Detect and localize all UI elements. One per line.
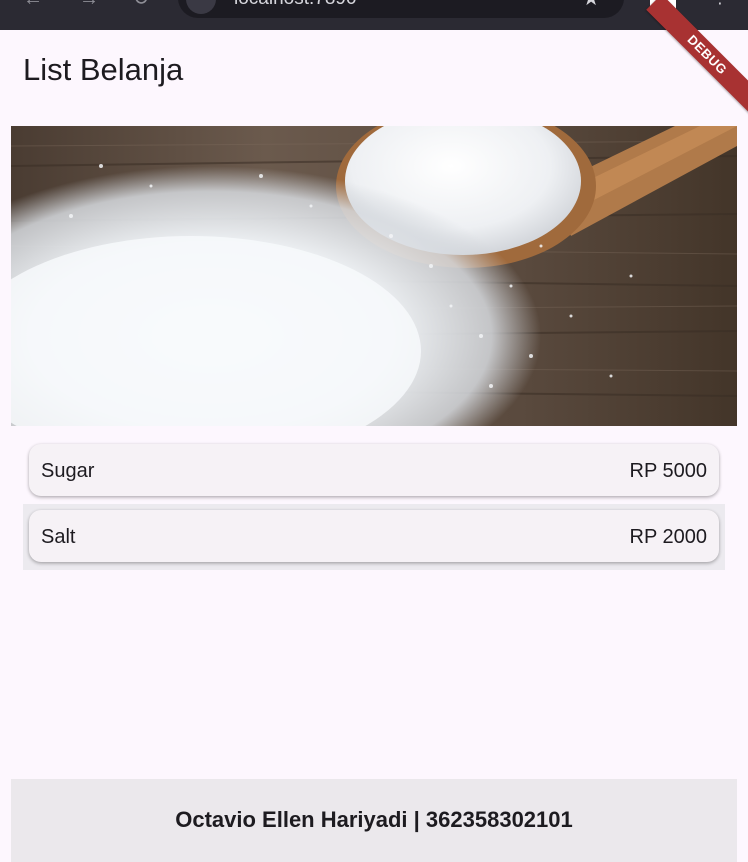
- footer-text: Octavio Ellen Hariyadi | 362358302101: [175, 807, 573, 832]
- list-item[interactable]: Salt RP 2000: [23, 504, 725, 570]
- item-price: RP 5000: [629, 460, 707, 482]
- hero-image: [11, 126, 737, 426]
- item-name: Sugar: [41, 460, 95, 482]
- shopping-list: Sugar RP 5000 Salt RP 2000: [23, 438, 725, 570]
- list-item[interactable]: Sugar RP 5000: [23, 438, 725, 504]
- footer: Octavio Ellen Hariyadi | 362358302101: [11, 779, 737, 862]
- bookmark-star-icon[interactable]: ★: [582, 0, 600, 11]
- item-card[interactable]: Sugar RP 5000: [29, 444, 719, 496]
- item-price: RP 2000: [629, 526, 707, 548]
- browser-toolbar: ← → ↻ localhost:7890 ★ ⋮: [0, 0, 748, 30]
- item-name: Salt: [41, 526, 76, 548]
- site-info-icon[interactable]: [186, 0, 216, 14]
- reload-icon[interactable]: ↻: [130, 0, 152, 10]
- page-title: List Belanja: [23, 52, 184, 87]
- address-bar[interactable]: localhost:7890 ★: [178, 0, 624, 18]
- address-text[interactable]: localhost:7890: [234, 0, 357, 10]
- forward-arrow-icon[interactable]: →: [78, 0, 100, 10]
- item-card[interactable]: Salt RP 2000: [29, 510, 719, 562]
- back-arrow-icon[interactable]: ←: [22, 0, 44, 10]
- menu-icon[interactable]: ⋮: [712, 0, 728, 7]
